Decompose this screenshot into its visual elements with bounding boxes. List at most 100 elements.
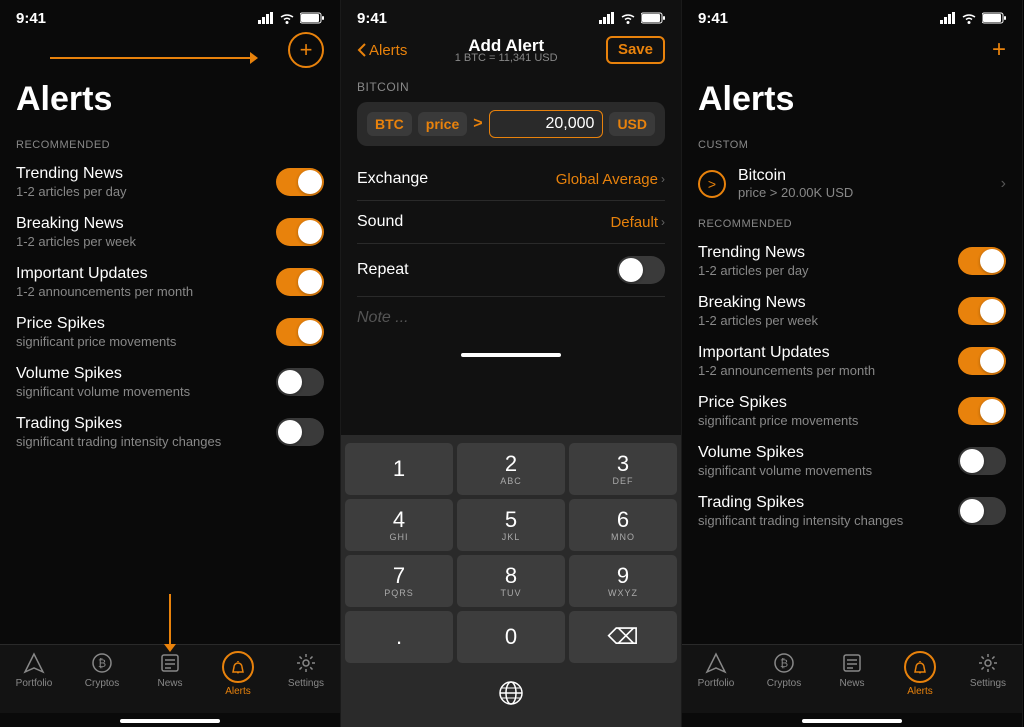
numpad-letters-5: JKL xyxy=(502,532,521,542)
tab-news-3[interactable]: News xyxy=(818,651,886,697)
status-bar-1: 9:41 xyxy=(0,0,340,32)
numpad-key-2[interactable]: 2 ABC xyxy=(457,443,565,495)
alerts-circle-icon-3 xyxy=(904,651,936,683)
alert-item-trending-news[interactable]: Trending News 1-2 articles per day xyxy=(0,157,340,207)
numpad-key-4[interactable]: 4 GHI xyxy=(345,499,453,551)
alert-item-trading-spikes-3[interactable]: Trading Spikes significant trading inten… xyxy=(682,486,1022,536)
portfolio-icon-3 xyxy=(704,651,728,675)
alert-subtitle-5: significant trading intensity changes xyxy=(16,434,221,449)
alert-item-important-updates-3[interactable]: Important Updates 1-2 announcements per … xyxy=(682,336,1022,386)
condition-row[interactable]: BTC price > USD xyxy=(357,102,665,146)
alert-title-3-4: Volume Spikes xyxy=(698,444,872,462)
arrow-to-add xyxy=(50,52,258,64)
numpad-key-6[interactable]: 6 MNO xyxy=(569,499,677,551)
numpad-row-3: 7 PQRS 8 TUV 9 WXYZ xyxy=(345,555,677,607)
alert-item-breaking-news[interactable]: Breaking News 1-2 articles per week xyxy=(0,207,340,257)
home-indicator-3 xyxy=(802,719,902,723)
toggle-breaking-news[interactable] xyxy=(276,218,324,246)
tab-settings-1[interactable]: Settings xyxy=(272,651,340,697)
add-button-3[interactable]: + xyxy=(992,38,1006,62)
sound-row[interactable]: Sound Default › xyxy=(357,201,665,244)
alert-item-trending-news-3[interactable]: Trending News 1-2 articles per day xyxy=(682,236,1022,286)
numpad-letters-8: TUV xyxy=(501,588,522,598)
alert-title-3: Price Spikes xyxy=(16,315,176,333)
alert-item-breaking-news-3[interactable]: Breaking News 1-2 articles per week xyxy=(682,286,1022,336)
condition-operator[interactable]: > xyxy=(473,115,482,133)
save-button[interactable]: Save xyxy=(606,36,665,64)
tab-alerts-3[interactable]: Alerts xyxy=(886,651,954,697)
panel-2-add-alert: 9:41 Alerts Add Alert 1 BTC = 11,341 USD… xyxy=(341,0,682,727)
alert-item-trading-spikes[interactable]: Trading Spikes significant trading inten… xyxy=(0,407,340,457)
custom-alert-bitcoin[interactable]: > Bitcoin price > 20.00K USD › xyxy=(682,157,1022,210)
alert-item-price-spikes[interactable]: Price Spikes significant price movements xyxy=(0,307,340,357)
tab-cryptos-3[interactable]: ₿ Cryptos xyxy=(750,651,818,697)
toggle-3-trending-news[interactable] xyxy=(958,247,1006,275)
status-time-1: 9:41 xyxy=(16,10,46,27)
numpad-num-7: 7 xyxy=(393,564,405,588)
numpad-letters-6: MNO xyxy=(611,532,635,542)
toggle-price-spikes[interactable] xyxy=(276,318,324,346)
tab-alerts-1[interactable]: Alerts xyxy=(204,651,272,697)
tab-cryptos-1[interactable]: ₿ Cryptos xyxy=(68,651,136,697)
toggle-3-important-updates[interactable] xyxy=(958,347,1006,375)
tab-label-cryptos-1: Cryptos xyxy=(85,678,119,689)
condition-field[interactable]: price xyxy=(418,112,467,136)
wifi-icon-2 xyxy=(620,12,636,24)
toggle-3-price-spikes[interactable] xyxy=(958,397,1006,425)
repeat-toggle[interactable] xyxy=(617,256,665,284)
numpad-key-3[interactable]: 3 DEF xyxy=(569,443,677,495)
cryptos-icon-3: ₿ xyxy=(772,651,796,675)
alert-subtitle-1: 1-2 articles per week xyxy=(16,234,136,249)
toggle-trending-news[interactable] xyxy=(276,168,324,196)
alert-item-volume-spikes-3[interactable]: Volume Spikes significant volume movemen… xyxy=(682,436,1022,486)
exchange-row[interactable]: Exchange Global Average › xyxy=(357,158,665,201)
alert-title-0: Trending News xyxy=(16,165,127,183)
toggle-important-updates[interactable] xyxy=(276,268,324,296)
alert-title-3-0: Trending News xyxy=(698,244,809,262)
status-time-2: 9:41 xyxy=(357,10,387,27)
numpad-key-0[interactable]: 0 xyxy=(457,611,565,663)
numpad-key-1[interactable]: 1 xyxy=(345,443,453,495)
numpad-key-backspace[interactable]: ⌫ xyxy=(569,611,677,663)
section-label-bitcoin: BITCOIN xyxy=(357,80,665,94)
condition-currency[interactable]: USD xyxy=(609,112,655,136)
toggle-volume-spikes[interactable] xyxy=(276,368,324,396)
nav-bar-3: + xyxy=(682,32,1022,72)
tab-settings-3[interactable]: Settings xyxy=(954,651,1022,697)
alert-title-1: Breaking News xyxy=(16,215,136,233)
back-button[interactable]: Alerts xyxy=(357,42,407,59)
tab-portfolio-3[interactable]: Portfolio xyxy=(682,651,750,697)
alert-item-price-spikes-3[interactable]: Price Spikes significant price movements xyxy=(682,386,1022,436)
tab-portfolio-1[interactable]: Portfolio xyxy=(0,651,68,697)
status-icons-1 xyxy=(258,12,324,24)
tab-news-1[interactable]: News xyxy=(136,651,204,697)
numpad-language-icon[interactable] xyxy=(345,667,677,719)
alert-subtitle-3-3: significant price movements xyxy=(698,413,858,428)
alert-item-important-updates[interactable]: Important Updates 1-2 announcements per … xyxy=(0,257,340,307)
condition-value-input[interactable] xyxy=(489,110,604,138)
toggle-3-volume-spikes[interactable] xyxy=(958,447,1006,475)
signal-icon-3 xyxy=(940,12,956,24)
toggle-3-trading-spikes[interactable] xyxy=(958,497,1006,525)
numpad-key-dot[interactable]: . xyxy=(345,611,453,663)
add-alert-content: BITCOIN BTC price > USD Exchange Global … xyxy=(341,72,681,347)
repeat-row[interactable]: Repeat xyxy=(357,244,665,297)
section-custom-3: CUSTOM xyxy=(682,131,1022,157)
alert-item-volume-spikes[interactable]: Volume Spikes significant volume movemen… xyxy=(0,357,340,407)
condition-crypto[interactable]: BTC xyxy=(367,112,412,136)
alert-subtitle-3-4: significant volume movements xyxy=(698,463,872,478)
note-field[interactable]: Note ... xyxy=(357,297,665,339)
panel-3-alerts-custom: 9:41 + Alerts CUSTOM > Bitcoin price > 2… xyxy=(682,0,1023,727)
toggle-trading-spikes[interactable] xyxy=(276,418,324,446)
numpad-key-5[interactable]: 5 JKL xyxy=(457,499,565,551)
numpad-key-8[interactable]: 8 TUV xyxy=(457,555,565,607)
numpad-num-4: 4 xyxy=(393,508,405,532)
custom-alert-icon: > xyxy=(698,170,726,198)
numpad-key-7[interactable]: 7 PQRS xyxy=(345,555,453,607)
numpad-key-9[interactable]: 9 WXYZ xyxy=(569,555,677,607)
add-alert-button[interactable]: + xyxy=(288,32,324,68)
home-indicator-2 xyxy=(461,353,561,357)
alerts-circle-icon xyxy=(222,651,254,683)
toggle-3-breaking-news[interactable] xyxy=(958,297,1006,325)
tab-label-news-3: News xyxy=(839,678,864,689)
